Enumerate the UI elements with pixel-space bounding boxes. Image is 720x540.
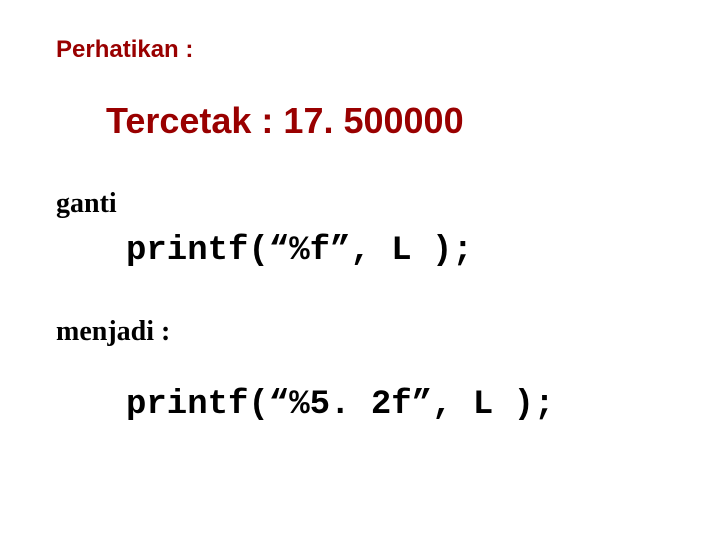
heading-tercetak: Tercetak : 17. 500000: [106, 100, 464, 142]
heading-perhatikan: Perhatikan :: [56, 36, 193, 64]
label-ganti: ganti: [56, 188, 117, 220]
label-menjadi: menjadi :: [56, 316, 170, 348]
code-printf-before: printf(“%f”, L );: [126, 232, 473, 270]
code-printf-after: printf(“%5. 2f”, L );: [126, 386, 554, 424]
